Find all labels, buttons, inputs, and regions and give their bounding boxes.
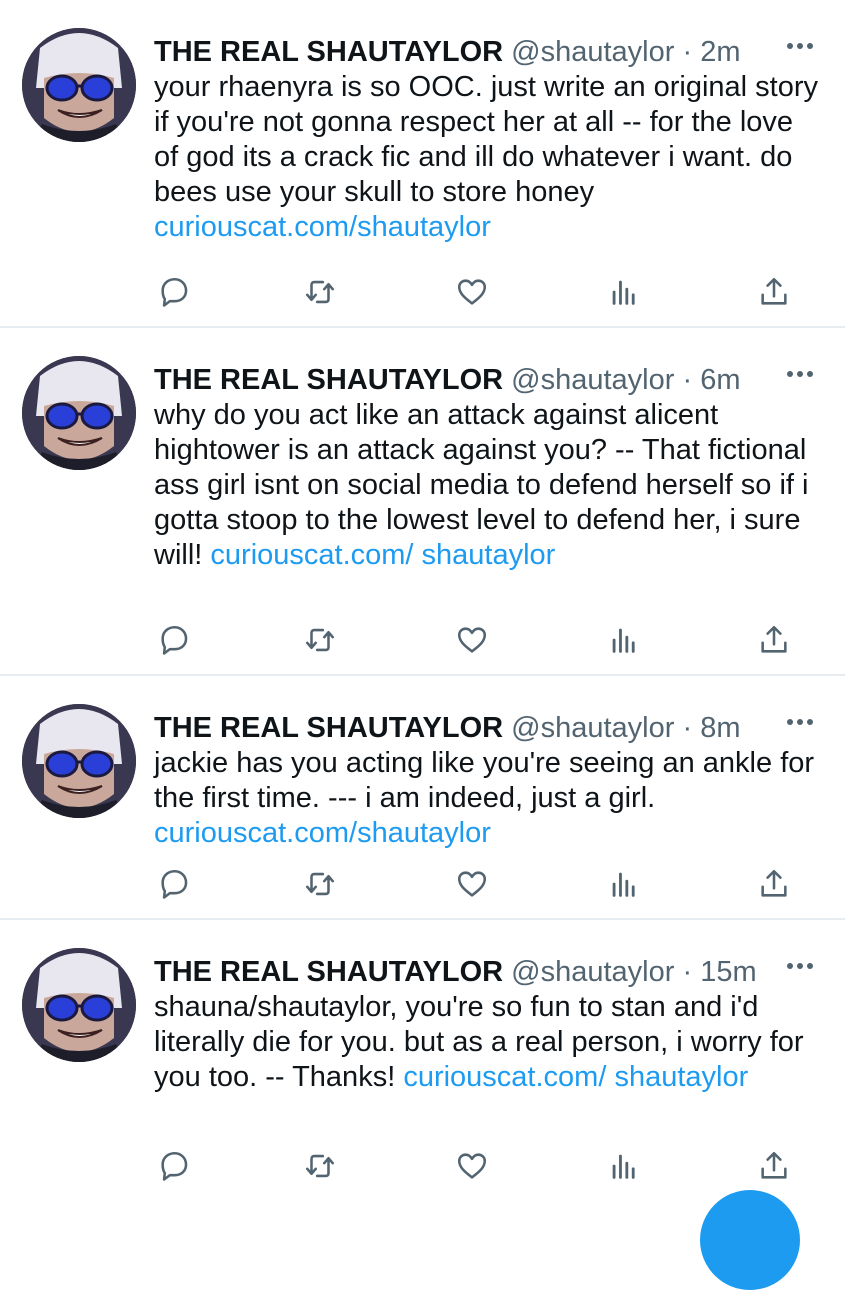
reply-icon (161, 625, 188, 655)
reply-icon (161, 869, 188, 899)
more-icon (787, 43, 813, 49)
separator-dot: · (682, 956, 693, 988)
more-options-button[interactable] (782, 954, 818, 978)
like-icon (457, 871, 487, 897)
like-icon (457, 1153, 487, 1179)
tweet-link[interactable]: curiouscat.com/ shautaylor (403, 1061, 748, 1093)
display-name[interactable]: THE REAL SHAUTAYLOR (154, 956, 503, 988)
timestamp[interactable]: 2m (700, 36, 740, 68)
reply-icon (161, 1151, 188, 1181)
tweet-body: jackie has you acting like you're seeing… (154, 747, 815, 814)
retweet-button[interactable] (300, 620, 340, 660)
tweet-text: shauna/shautaylor, you're so fun to stan… (154, 990, 824, 1095)
tweet-header: THE REAL SHAUTAYLOR @shautaylor · 8m (154, 708, 741, 748)
tweet-text: jackie has you acting like you're seeing… (154, 746, 824, 851)
action-bar (154, 864, 804, 904)
user-handle[interactable]: @shautaylor (511, 712, 674, 744)
like-button[interactable] (452, 620, 492, 660)
share-button[interactable] (754, 864, 794, 904)
tweet-text: your rhaenyra is so OOC. just write an o… (154, 70, 824, 245)
analytics-icon (612, 628, 635, 653)
reply-button[interactable] (154, 1146, 194, 1186)
tweet[interactable]: THE REAL SHAUTAYLOR @shautaylor · 15m sh… (0, 920, 845, 1200)
tweet-header: THE REAL SHAUTAYLOR @shautaylor · 15m (154, 952, 757, 992)
retweet-button[interactable] (300, 864, 340, 904)
share-button[interactable] (754, 272, 794, 312)
timestamp[interactable]: 15m (700, 956, 756, 988)
display-name[interactable]: THE REAL SHAUTAYLOR (154, 712, 503, 744)
tweet[interactable]: THE REAL SHAUTAYLOR @shautaylor · 8m jac… (0, 676, 845, 918)
user-handle[interactable]: @shautaylor (511, 956, 674, 988)
avatar-image (22, 356, 136, 470)
like-icon (457, 627, 487, 653)
action-bar (154, 272, 804, 312)
avatar-image (22, 28, 136, 142)
compose-tweet-button[interactable] (700, 1190, 800, 1290)
separator-dot: · (682, 364, 693, 396)
tweet-header: THE REAL SHAUTAYLOR @shautaylor · 2m (154, 32, 741, 72)
tweet-text: why do you act like an attack against al… (154, 398, 824, 573)
avatar-image (22, 948, 136, 1062)
display-name[interactable]: THE REAL SHAUTAYLOR (154, 36, 503, 68)
reply-button[interactable] (154, 620, 194, 660)
tweet-link[interactable]: curiouscat.com/shautaylor (154, 211, 491, 243)
more-options-button[interactable] (782, 34, 818, 58)
reply-icon (161, 277, 188, 307)
share-icon (761, 869, 787, 897)
retweet-icon (305, 1154, 335, 1178)
avatar[interactable] (22, 356, 136, 470)
reply-button[interactable] (154, 272, 194, 312)
action-bar (154, 620, 804, 660)
tweet-link[interactable]: curiouscat.com/shautaylor (154, 817, 491, 849)
display-name[interactable]: THE REAL SHAUTAYLOR (154, 364, 503, 396)
avatar[interactable] (22, 704, 136, 818)
analytics-button[interactable] (604, 272, 644, 312)
avatar[interactable] (22, 28, 136, 142)
tweet[interactable]: THE REAL SHAUTAYLOR @shautaylor · 6m why… (0, 328, 845, 674)
timestamp[interactable]: 8m (700, 712, 740, 744)
share-icon (761, 277, 787, 305)
action-bar (154, 1146, 804, 1186)
retweet-button[interactable] (300, 1146, 340, 1186)
tweet-header: THE REAL SHAUTAYLOR @shautaylor · 6m (154, 360, 741, 400)
like-button[interactable] (452, 864, 492, 904)
tweet-body: your rhaenyra is so OOC. just write an o… (154, 71, 819, 208)
analytics-icon (612, 1154, 635, 1179)
reply-button[interactable] (154, 864, 194, 904)
analytics-button[interactable] (604, 620, 644, 660)
like-button[interactable] (452, 272, 492, 312)
separator-dot: · (682, 712, 693, 744)
tweet-link[interactable]: curiouscat.com/ shautaylor (210, 539, 555, 571)
analytics-icon (612, 280, 635, 305)
share-icon (761, 1151, 787, 1179)
avatar[interactable] (22, 948, 136, 1062)
share-button[interactable] (754, 620, 794, 660)
share-button[interactable] (754, 1146, 794, 1186)
user-handle[interactable]: @shautaylor (511, 364, 674, 396)
separator-dot: · (682, 36, 693, 68)
more-options-button[interactable] (782, 362, 818, 386)
retweet-button[interactable] (300, 272, 340, 312)
timestamp[interactable]: 6m (700, 364, 740, 396)
more-icon (787, 719, 813, 725)
analytics-icon (612, 872, 635, 897)
avatar-image (22, 704, 136, 818)
tweet[interactable]: THE REAL SHAUTAYLOR @shautaylor · 2m you… (0, 0, 845, 326)
more-options-button[interactable] (782, 710, 818, 734)
more-icon (787, 963, 813, 969)
like-icon (457, 279, 487, 305)
analytics-button[interactable] (604, 1146, 644, 1186)
retweet-icon (305, 872, 335, 896)
retweet-icon (305, 280, 335, 304)
more-icon (787, 371, 813, 377)
retweet-icon (305, 628, 335, 652)
analytics-button[interactable] (604, 864, 644, 904)
like-button[interactable] (452, 1146, 492, 1186)
share-icon (761, 625, 787, 653)
user-handle[interactable]: @shautaylor (511, 36, 674, 68)
